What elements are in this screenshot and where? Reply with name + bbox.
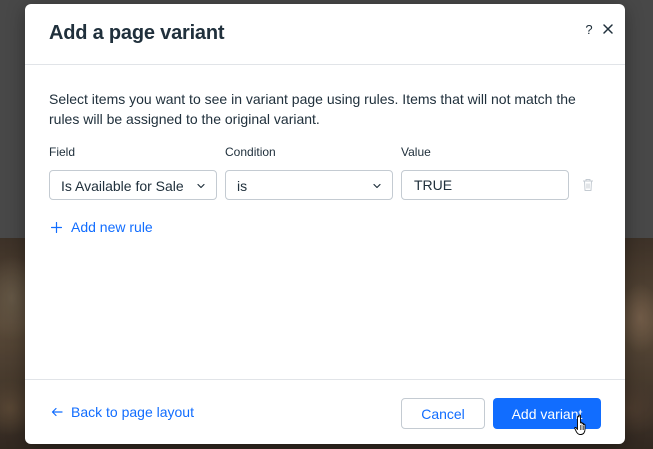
dialog-description: Select items you want to see in variant … (49, 91, 576, 127)
plus-icon (51, 221, 62, 233)
condition-dropdown-value: is (237, 178, 248, 194)
help-icon[interactable]: ? (582, 22, 596, 38)
condition-column-label: Condition (225, 145, 276, 159)
field-column-label: Field (49, 145, 76, 159)
chevron-down-icon (197, 183, 205, 189)
trash-icon[interactable] (582, 178, 594, 192)
dialog-footer: Back to page layout Cancel Add variant (25, 379, 625, 444)
field-dropdown-value: Is Available for Sale (61, 178, 184, 194)
field-dropdown[interactable]: Is Available for Sale (49, 170, 217, 200)
add-new-rule-label: Add new rule (71, 219, 153, 235)
value-column-label: Value (401, 145, 431, 159)
cancel-button[interactable]: Cancel (401, 398, 485, 429)
arrow-left-icon (51, 407, 63, 417)
dialog-title: Add a page variant (49, 22, 225, 44)
back-link-label: Back to page layout (71, 404, 194, 420)
chevron-down-icon (373, 183, 381, 189)
add-new-rule-button[interactable]: Add new rule (51, 218, 153, 236)
dialog-header: Add a page variant ? (25, 4, 625, 65)
add-variant-button[interactable]: Add variant (493, 398, 601, 429)
condition-dropdown[interactable]: is (225, 170, 393, 200)
close-icon[interactable] (600, 21, 616, 37)
value-input[interactable] (401, 170, 569, 200)
back-to-page-layout-link[interactable]: Back to page layout (51, 404, 194, 420)
add-page-variant-dialog: Add a page variant ? Select items you wa… (25, 4, 625, 444)
